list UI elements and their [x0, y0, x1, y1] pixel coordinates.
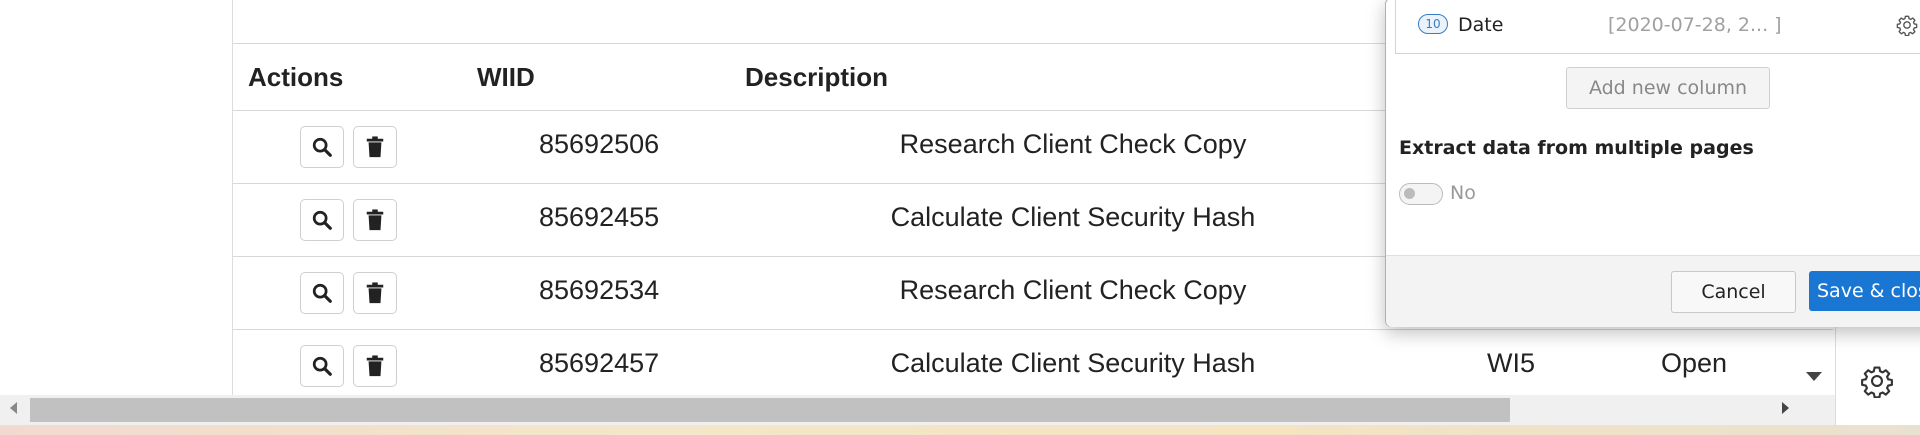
header-wiid: WIID — [477, 62, 535, 92]
taskbar-edge — [0, 425, 1920, 435]
cell-wiid: 85692506 — [539, 129, 660, 159]
column-label: Date — [1458, 14, 1504, 36]
panel-footer: Cancel Save & close — [1386, 255, 1920, 327]
add-column-button[interactable]: Add new column — [1566, 67, 1770, 109]
column-row-date[interactable]: 10 Date [2020-07-28, 2... ] — [1395, 0, 1920, 54]
search-icon — [312, 283, 332, 303]
cell-description: Research Client Check Copy — [899, 275, 1247, 305]
delete-button[interactable] — [353, 345, 397, 387]
extract-multiple-pages-toggle[interactable] — [1399, 183, 1443, 205]
gear-icon[interactable] — [1896, 14, 1918, 36]
horizontal-scrollbar[interactable] — [0, 395, 1835, 425]
view-button[interactable] — [300, 126, 344, 168]
chevron-down-icon[interactable] — [1806, 372, 1822, 381]
cell-wiid: 85692534 — [539, 275, 660, 305]
column-number-badge: 10 — [1418, 14, 1448, 34]
cell-description: Calculate Client Security Hash — [890, 202, 1256, 232]
toggle-knob — [1404, 188, 1415, 199]
cell-wiid: 85692457 — [539, 348, 660, 378]
table-row[interactable]: 85692457 Calculate Client Security Hash … — [233, 330, 1833, 403]
view-button[interactable] — [300, 199, 344, 241]
toggle-state-label: No — [1450, 182, 1476, 204]
search-icon — [312, 137, 332, 157]
gear-icon[interactable] — [1860, 364, 1894, 398]
page-margin — [0, 0, 232, 395]
delete-button[interactable] — [353, 272, 397, 314]
search-icon — [312, 356, 332, 376]
header-actions: Actions — [248, 62, 344, 92]
scroll-left-icon[interactable] — [10, 402, 17, 414]
cell-queue: WI5 — [1487, 348, 1536, 378]
delete-button[interactable] — [353, 199, 397, 241]
delete-button[interactable] — [353, 126, 397, 168]
trash-icon — [366, 136, 384, 158]
view-button[interactable] — [300, 272, 344, 314]
trash-icon — [366, 209, 384, 231]
cancel-button[interactable]: Cancel — [1671, 271, 1796, 313]
column-config-panel: 10 Date [2020-07-28, 2... ] Add new colu… — [1385, 0, 1920, 327]
header-description: Description — [745, 62, 889, 92]
save-close-button[interactable]: Save & close — [1809, 271, 1920, 311]
cell-description: Calculate Client Security Hash — [890, 348, 1256, 378]
trash-icon — [366, 355, 384, 377]
column-value: [2020-07-28, 2... ] — [1608, 14, 1782, 36]
view-button[interactable] — [300, 345, 344, 387]
cell-description: Research Client Check Copy — [899, 129, 1247, 159]
cell-status: Open — [1661, 348, 1728, 378]
trash-icon — [366, 282, 384, 304]
scroll-right-icon[interactable] — [1782, 402, 1789, 414]
extract-multiple-pages-label: Extract data from multiple pages — [1399, 137, 1754, 159]
search-icon — [312, 210, 332, 230]
scrollbar-thumb[interactable] — [30, 398, 1510, 422]
cell-wiid: 85692455 — [539, 202, 660, 232]
